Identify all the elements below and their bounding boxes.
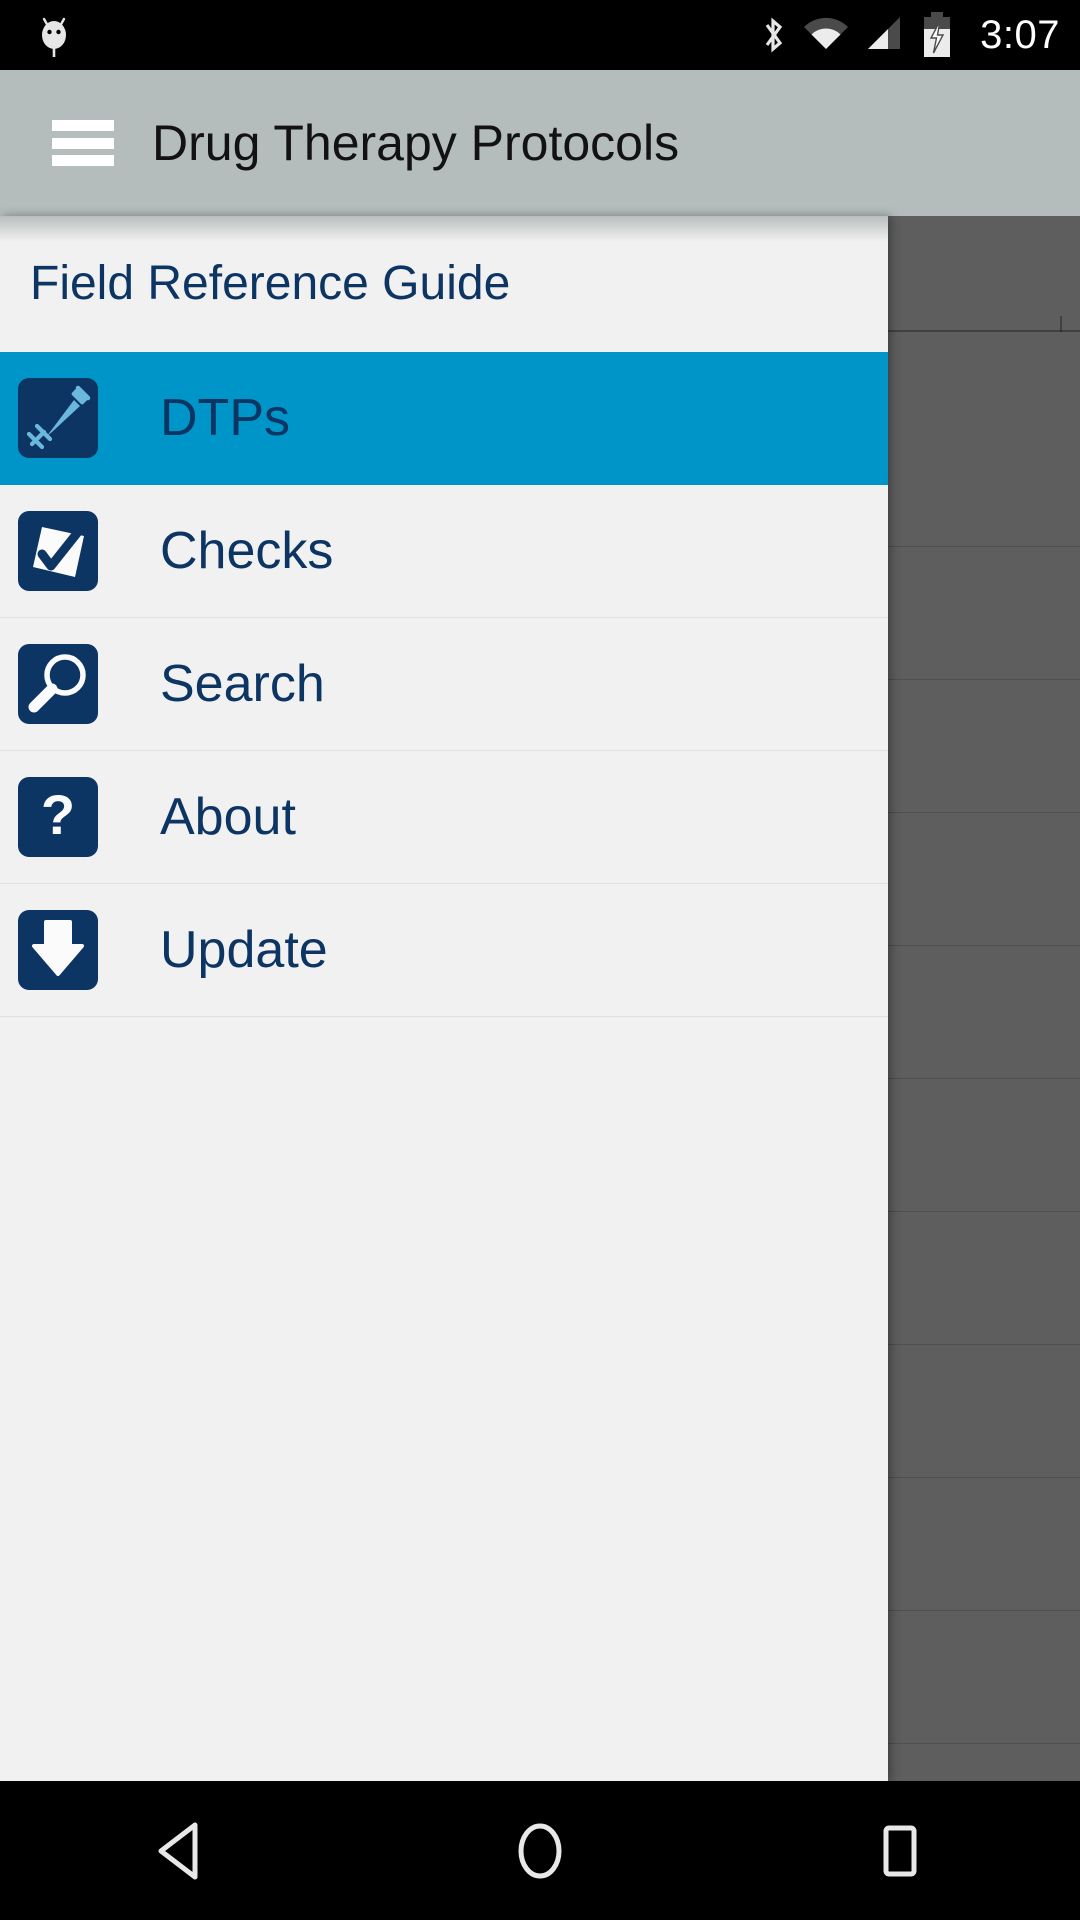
android-robot-icon: [42, 17, 66, 57]
download-arrow-icon: [18, 910, 98, 990]
status-bar-system-icons: 3:07: [758, 11, 1060, 59]
drawer-header: Field Reference Guide: [0, 216, 888, 352]
app-bar-title: Drug Therapy Protocols: [152, 115, 680, 171]
battery-charging-icon: [924, 12, 951, 57]
svg-text:?: ?: [41, 783, 75, 846]
sidebar-item-about[interactable]: ? About: [0, 751, 888, 884]
circle-home-icon: [518, 1823, 562, 1878]
drawer-header-title: Field Reference Guide: [30, 257, 511, 310]
navigation-drawer: Field Reference Guide DTPs Checks Search…: [0, 216, 888, 1781]
cellular-signal-icon: [868, 17, 901, 49]
hamburger-bar-2: [52, 137, 114, 149]
sidebar-item-label: Search: [160, 655, 325, 713]
hamburger-menu-icon[interactable]: [52, 120, 114, 166]
sidebar-item-label: DTPs: [160, 389, 290, 447]
triangle-back-icon: [158, 1822, 198, 1879]
hamburger-bar-1: [52, 120, 114, 131]
recents-button[interactable]: [810, 1781, 990, 1920]
hamburger-bar-3: [52, 155, 114, 166]
syringe-icon: [18, 378, 98, 458]
scrim-content-edge: [884, 330, 1080, 332]
app-bar: Drug Therapy Protocols: [0, 70, 1080, 216]
square-recents-icon: [883, 1825, 917, 1876]
bluetooth-icon: [765, 17, 783, 53]
drawer-empty-space: [0, 1017, 888, 1781]
phone-screen: 3:07 Drug Therapy Protocols Field Refere…: [0, 0, 1080, 1920]
question-mark-icon: ?: [18, 777, 98, 857]
wifi-icon: [804, 17, 849, 49]
scrim-content-edge-tick: [1060, 316, 1062, 332]
status-bar-notifications: [34, 13, 758, 57]
home-button[interactable]: [450, 1781, 630, 1920]
sidebar-item-dtps[interactable]: DTPs: [0, 352, 888, 485]
status-bar: 3:07: [0, 0, 1080, 70]
android-nav-bar: [0, 1781, 1080, 1920]
sidebar-item-label: About: [160, 788, 296, 846]
checklist-icon: [18, 511, 98, 591]
magnifier-icon: [18, 644, 98, 724]
status-bar-clock: 3:07: [980, 13, 1060, 57]
sidebar-item-update[interactable]: Update: [0, 884, 888, 1017]
sidebar-item-checks[interactable]: Checks: [0, 485, 888, 618]
back-button[interactable]: [90, 1781, 270, 1920]
sidebar-item-search[interactable]: Search: [0, 618, 888, 751]
sidebar-item-label: Update: [160, 921, 328, 979]
sidebar-item-label: Checks: [160, 522, 334, 580]
